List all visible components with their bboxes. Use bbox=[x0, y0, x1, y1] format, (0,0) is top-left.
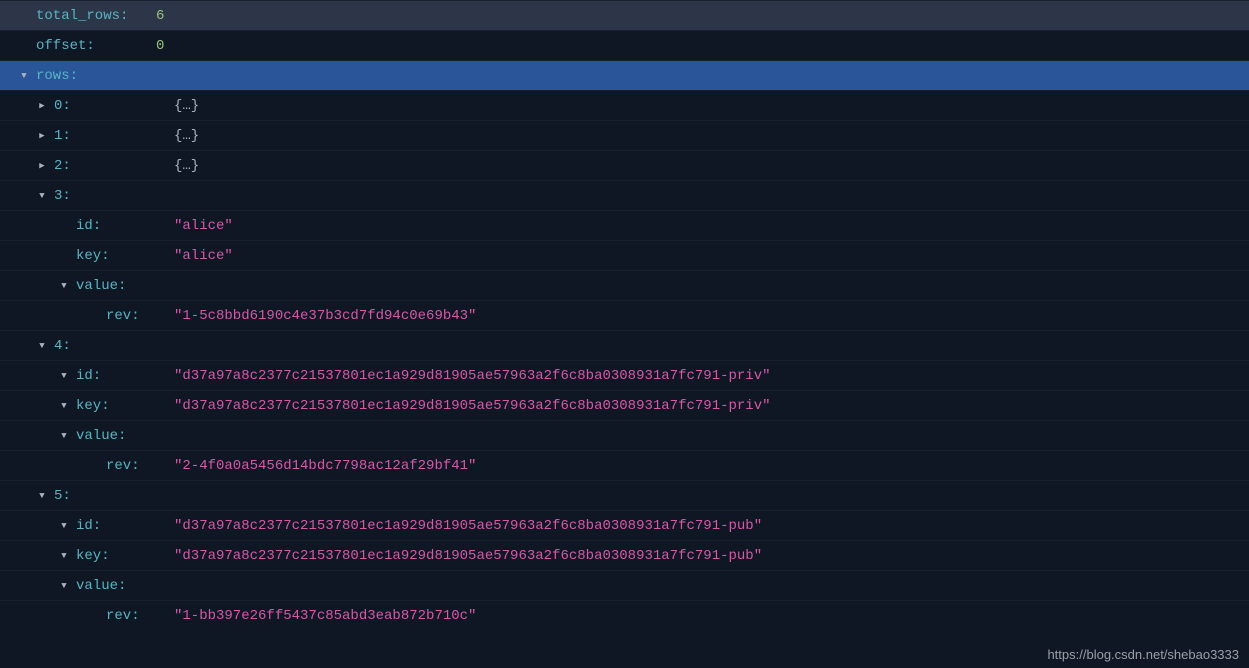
spacer bbox=[18, 40, 30, 52]
value-string: "alice" bbox=[174, 218, 233, 234]
spacer bbox=[88, 460, 100, 472]
key-label: offset: bbox=[36, 38, 156, 54]
field-rev: rev: "1-5c8bbd6190c4e37b3cd7fd94c0e69b43… bbox=[0, 300, 1249, 330]
field-key: key: "alice" bbox=[0, 240, 1249, 270]
field-offset: offset: 0 bbox=[0, 30, 1249, 60]
key-label: rev: bbox=[106, 608, 174, 624]
value-object-placeholder: {…} bbox=[174, 128, 199, 144]
array-item-2[interactable]: 2: {…} bbox=[0, 150, 1249, 180]
chevron-down-icon[interactable] bbox=[58, 280, 70, 292]
chevron-down-icon[interactable] bbox=[58, 580, 70, 592]
field-rows[interactable]: rows: bbox=[0, 60, 1249, 90]
chevron-down-icon[interactable] bbox=[58, 520, 70, 532]
array-item-0[interactable]: 0: {…} bbox=[0, 90, 1249, 120]
field-value[interactable]: value: bbox=[0, 570, 1249, 600]
value-number: 0 bbox=[156, 38, 164, 54]
array-item-4[interactable]: 4: bbox=[0, 330, 1249, 360]
key-label: 3: bbox=[54, 188, 174, 204]
spacer bbox=[18, 10, 30, 22]
value-string: "1-5c8bbd6190c4e37b3cd7fd94c0e69b43" bbox=[174, 308, 476, 324]
chevron-down-icon[interactable] bbox=[36, 490, 48, 502]
field-id[interactable]: id: "d37a97a8c2377c21537801ec1a929d81905… bbox=[0, 360, 1249, 390]
spacer bbox=[58, 220, 70, 232]
chevron-down-icon[interactable] bbox=[36, 190, 48, 202]
key-label: id: bbox=[76, 368, 174, 384]
value-string: "alice" bbox=[174, 248, 233, 264]
array-item-1[interactable]: 1: {…} bbox=[0, 120, 1249, 150]
chevron-down-icon[interactable] bbox=[58, 430, 70, 442]
key-label: key: bbox=[76, 248, 174, 264]
spacer bbox=[88, 610, 100, 622]
value-object-placeholder: {…} bbox=[174, 158, 199, 174]
value-string: "d37a97a8c2377c21537801ec1a929d81905ae57… bbox=[174, 548, 762, 564]
key-label: 4: bbox=[54, 338, 174, 354]
chevron-down-icon[interactable] bbox=[18, 70, 30, 82]
key-label: 5: bbox=[54, 488, 174, 504]
chevron-right-icon[interactable] bbox=[36, 130, 48, 142]
key-label: 0: bbox=[54, 98, 174, 114]
value-string: "d37a97a8c2377c21537801ec1a929d81905ae57… bbox=[174, 398, 771, 414]
value-number: 6 bbox=[156, 8, 164, 24]
chevron-down-icon[interactable] bbox=[58, 370, 70, 382]
value-string: "d37a97a8c2377c21537801ec1a929d81905ae57… bbox=[174, 518, 762, 534]
key-label: value: bbox=[76, 578, 174, 594]
key-label: value: bbox=[76, 278, 174, 294]
chevron-right-icon[interactable] bbox=[36, 100, 48, 112]
key-label: id: bbox=[76, 518, 174, 534]
key-label: 1: bbox=[54, 128, 174, 144]
key-label: rev: bbox=[106, 458, 174, 474]
key-label: rev: bbox=[106, 308, 174, 324]
field-key[interactable]: key: "d37a97a8c2377c21537801ec1a929d8190… bbox=[0, 390, 1249, 420]
spacer bbox=[88, 310, 100, 322]
watermark-text: https://blog.csdn.net/shebao3333 bbox=[1047, 647, 1239, 662]
key-label: total_rows: bbox=[36, 8, 156, 24]
array-item-3[interactable]: 3: bbox=[0, 180, 1249, 210]
field-total-rows: total_rows: 6 bbox=[0, 0, 1249, 30]
array-item-5[interactable]: 5: bbox=[0, 480, 1249, 510]
chevron-right-icon[interactable] bbox=[36, 160, 48, 172]
key-label: rows: bbox=[36, 68, 156, 84]
value-string: "2-4f0a0a5456d14bdc7798ac12af29bf41" bbox=[174, 458, 476, 474]
field-value[interactable]: value: bbox=[0, 270, 1249, 300]
chevron-down-icon[interactable] bbox=[36, 340, 48, 352]
json-viewer: total_rows: 6 offset: 0 rows: 0: {…} 1: … bbox=[0, 0, 1249, 630]
key-label: key: bbox=[76, 548, 174, 564]
chevron-down-icon[interactable] bbox=[58, 550, 70, 562]
field-id[interactable]: id: "d37a97a8c2377c21537801ec1a929d81905… bbox=[0, 510, 1249, 540]
key-label: key: bbox=[76, 398, 174, 414]
value-object-placeholder: {…} bbox=[174, 98, 199, 114]
spacer bbox=[58, 250, 70, 262]
key-label: id: bbox=[76, 218, 174, 234]
field-rev: rev: "1-bb397e26ff5437c85abd3eab872b710c… bbox=[0, 600, 1249, 630]
key-label: 2: bbox=[54, 158, 174, 174]
value-string: "d37a97a8c2377c21537801ec1a929d81905ae57… bbox=[174, 368, 771, 384]
key-label: value: bbox=[76, 428, 174, 444]
field-rev: rev: "2-4f0a0a5456d14bdc7798ac12af29bf41… bbox=[0, 450, 1249, 480]
value-string: "1-bb397e26ff5437c85abd3eab872b710c" bbox=[174, 608, 476, 624]
field-id: id: "alice" bbox=[0, 210, 1249, 240]
chevron-down-icon[interactable] bbox=[58, 400, 70, 412]
field-key[interactable]: key: "d37a97a8c2377c21537801ec1a929d8190… bbox=[0, 540, 1249, 570]
field-value[interactable]: value: bbox=[0, 420, 1249, 450]
